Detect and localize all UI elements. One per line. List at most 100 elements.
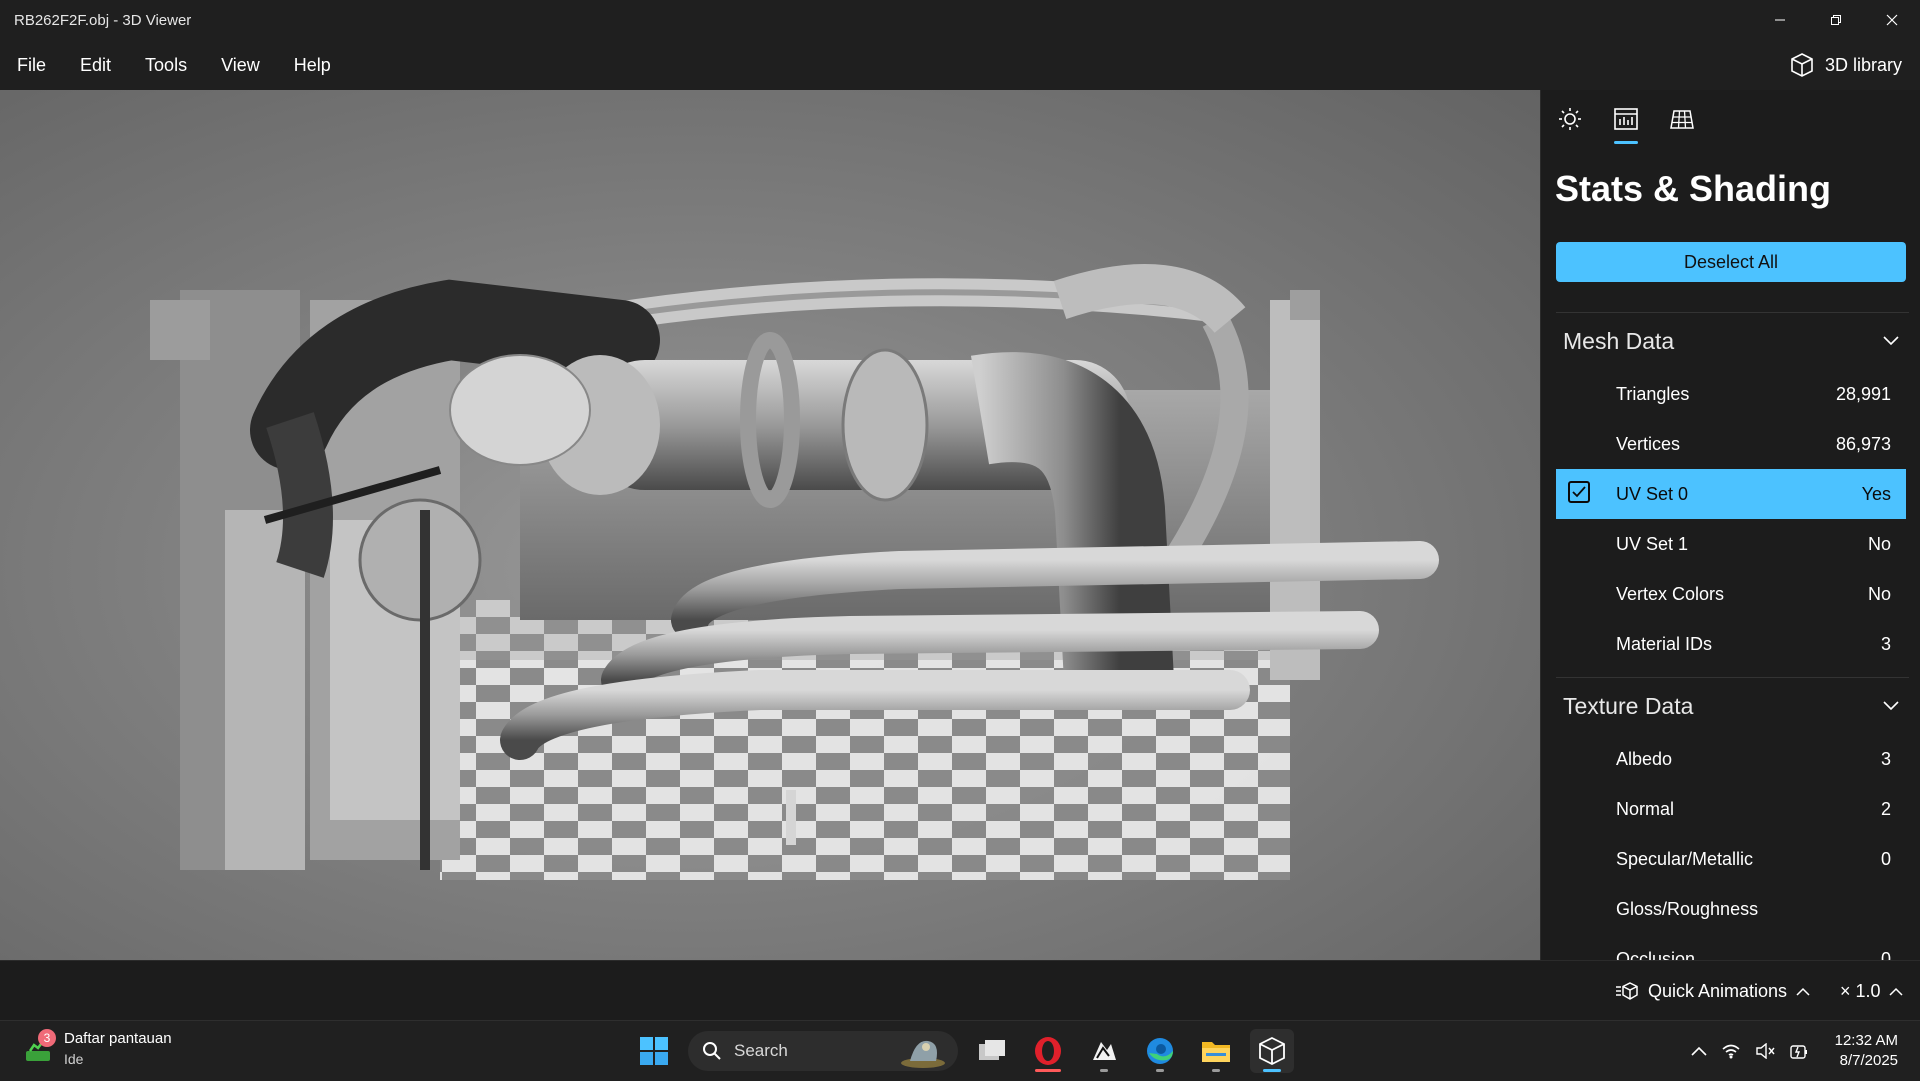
engine-model [150, 264, 1439, 880]
title-bar: RB262F2F.obj - 3D Viewer [0, 0, 1920, 40]
watchlist-widget[interactable]: 3 Daftar pantauan Ide [24, 1029, 172, 1069]
running-indicator [1212, 1069, 1220, 1072]
stat-label: Material IDs [1616, 633, 1713, 654]
taskbar-apps: Search [632, 1027, 1294, 1075]
stat-label: Specular/Metallic [1616, 848, 1754, 869]
menu-view[interactable]: View [204, 40, 277, 90]
tab-stats[interactable] [1609, 106, 1643, 144]
file-explorer-app[interactable] [1194, 1029, 1238, 1073]
animation-bar: Quick Animations × 1.0 [0, 960, 1920, 1021]
close-icon [1886, 14, 1898, 26]
3d-viewport[interactable] [0, 90, 1540, 960]
stat-row-vertices[interactable]: Vertices 86,973 [1556, 419, 1906, 469]
quick-animations-button[interactable]: Quick Animations [1615, 961, 1810, 1021]
animation-cube-icon [1616, 982, 1638, 1000]
mesh-data-title: Mesh Data [1563, 327, 1675, 354]
stats-icon [1614, 108, 1638, 130]
menu-help[interactable]: Help [277, 40, 348, 90]
tab-lighting[interactable] [1553, 106, 1587, 144]
panel-tabs [1541, 90, 1920, 146]
stat-value: 3 [1880, 633, 1891, 654]
close-button[interactable] [1864, 0, 1920, 40]
running-indicator [1035, 1069, 1061, 1072]
3d-viewer-icon [1259, 1036, 1285, 1066]
menu-tools[interactable]: Tools [128, 40, 204, 90]
quick-animations-label: Quick Animations [1648, 980, 1788, 1001]
clock[interactable]: 12:32 AM 8/7/2025 [1835, 1031, 1898, 1071]
taskbar-search[interactable]: Search [688, 1031, 958, 1071]
watchlist-icon: 3 [24, 1029, 56, 1063]
stat-row-material-ids[interactable]: Material IDs 3 [1556, 619, 1906, 669]
opera-app[interactable] [1026, 1029, 1070, 1073]
minimize-button[interactable] [1752, 0, 1808, 40]
playback-speed-button[interactable]: × 1.0 [1840, 961, 1903, 1021]
stat-row-gloss-roughness[interactable]: Gloss/Roughness [1556, 884, 1906, 934]
uv-set-0-checkbox[interactable] [1568, 481, 1590, 503]
stat-label: Vertices [1616, 433, 1681, 454]
widget-subtitle: Ide [64, 1051, 84, 1067]
stat-row-vertex-colors[interactable]: Vertex Colors No [1556, 569, 1906, 619]
search-highlight-icon [901, 1040, 945, 1068]
stat-row-uv-set-0[interactable]: UV Set 0 Yes [1556, 469, 1906, 519]
stat-label: Triangles [1616, 383, 1690, 404]
3d-viewer-app[interactable] [1250, 1029, 1294, 1073]
window-title: RB262F2F.obj - 3D Viewer [14, 11, 192, 29]
3d-library-button[interactable]: 3D library [1789, 40, 1902, 90]
mesh-data-header[interactable]: Mesh Data [1541, 313, 1920, 369]
window-controls [1752, 0, 1920, 40]
panel-title: Stats & Shading [1555, 168, 1832, 209]
chevron-down-icon [1883, 336, 1899, 346]
stat-label: Occlusion [1616, 948, 1696, 961]
menu-edit[interactable]: Edit [63, 40, 128, 90]
stat-row-albedo[interactable]: Albedo 3 [1556, 734, 1906, 784]
stat-label: Albedo [1616, 748, 1673, 769]
sun-icon [1559, 108, 1581, 130]
chevron-up-icon[interactable] [1691, 1046, 1707, 1056]
stat-row-specular-metallic[interactable]: Specular/Metallic 0 [1556, 834, 1906, 884]
inkscape-icon [1093, 1042, 1116, 1060]
texture-data-title: Texture Data [1563, 692, 1694, 719]
cube-icon [1791, 53, 1813, 77]
chevron-up-icon [1796, 987, 1810, 996]
start-button[interactable] [632, 1029, 676, 1073]
windows-logo-icon [640, 1037, 668, 1065]
stat-label: Vertex Colors [1616, 583, 1725, 604]
taskbar: 3 Daftar pantauan Ide Search 12:32 AM 8/… [0, 1020, 1920, 1081]
stat-value: 86,973 [1835, 433, 1891, 454]
wifi-icon[interactable] [1721, 1043, 1741, 1059]
opera-icon [1035, 1037, 1061, 1065]
edge-icon [1147, 1038, 1173, 1064]
checkmark-icon [1572, 486, 1586, 498]
battery-icon[interactable] [1789, 1042, 1809, 1060]
stat-value: No [1867, 583, 1891, 604]
stat-row-occlusion[interactable]: Occlusion 0 [1556, 934, 1906, 961]
restore-icon [1831, 15, 1841, 25]
task-view-button[interactable] [970, 1029, 1014, 1073]
stat-label: Normal [1616, 798, 1675, 819]
3d-library-label: 3D library [1824, 54, 1902, 75]
stat-value: 0 [1880, 948, 1891, 961]
stat-row-triangles[interactable]: Triangles 28,991 [1556, 369, 1906, 419]
stat-row-normal[interactable]: Normal 2 [1556, 784, 1906, 834]
stat-value: 28,991 [1835, 383, 1891, 404]
texture-data-header[interactable]: Texture Data [1541, 678, 1920, 734]
running-indicator [1156, 1069, 1164, 1072]
clock-date: 8/7/2025 [1839, 1052, 1898, 1069]
playback-speed-label: × 1.0 [1840, 980, 1881, 1001]
tab-grid[interactable] [1665, 106, 1699, 144]
stat-value: 3 [1880, 748, 1891, 769]
stat-row-uv-set-1[interactable]: UV Set 1 No [1556, 519, 1906, 569]
search-placeholder: Search [734, 1041, 788, 1060]
inkscape-app[interactable] [1082, 1029, 1126, 1073]
stat-label: Gloss/Roughness [1616, 898, 1759, 919]
menu-file[interactable]: File [0, 40, 63, 90]
restore-button[interactable] [1808, 0, 1864, 40]
volume-muted-icon[interactable] [1755, 1043, 1775, 1059]
running-indicator [1100, 1069, 1108, 1072]
stats-shading-panel: Stats & Shading Deselect All Mesh Data T… [1540, 90, 1920, 960]
edge-app[interactable] [1138, 1029, 1182, 1073]
minimize-icon [1775, 19, 1785, 21]
deselect-all-button[interactable]: Deselect All [1556, 242, 1906, 282]
stat-label: UV Set 0 [1616, 483, 1689, 504]
task-view-icon [979, 1040, 1005, 1060]
